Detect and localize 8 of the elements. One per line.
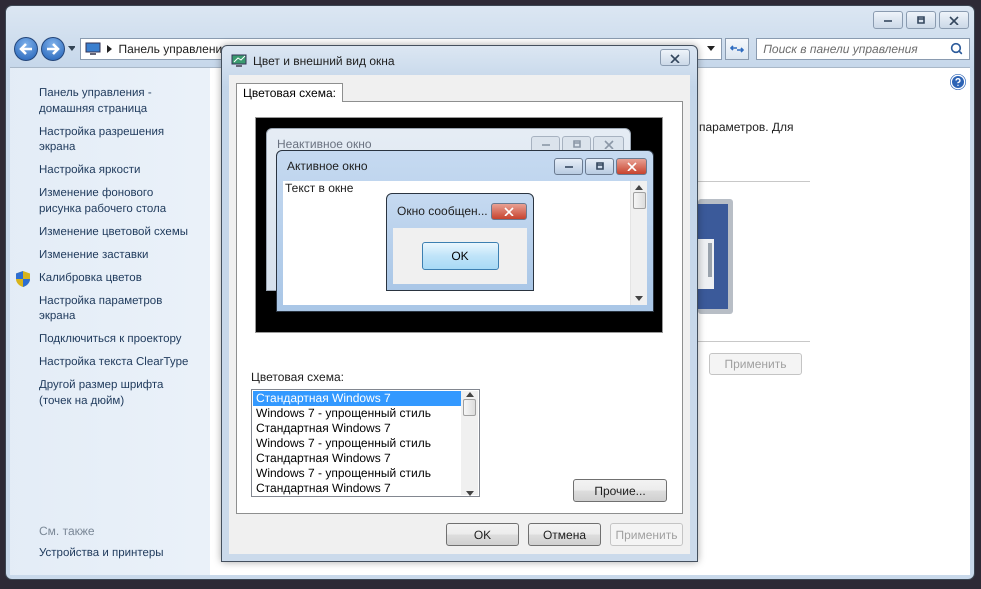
- window-title: Окно сообщен...: [396, 204, 489, 218]
- description-text: параметров. Для: [699, 120, 794, 134]
- window-title: Неактивное окно: [276, 137, 373, 151]
- window-text: Текст в окне: [284, 181, 354, 195]
- dialog-title: Цвет и внешний вид окна: [253, 54, 396, 68]
- section-heading: См. также: [39, 524, 96, 538]
- field-label: Цветовая схема:: [251, 370, 345, 384]
- window-title: Активное окно: [286, 159, 368, 173]
